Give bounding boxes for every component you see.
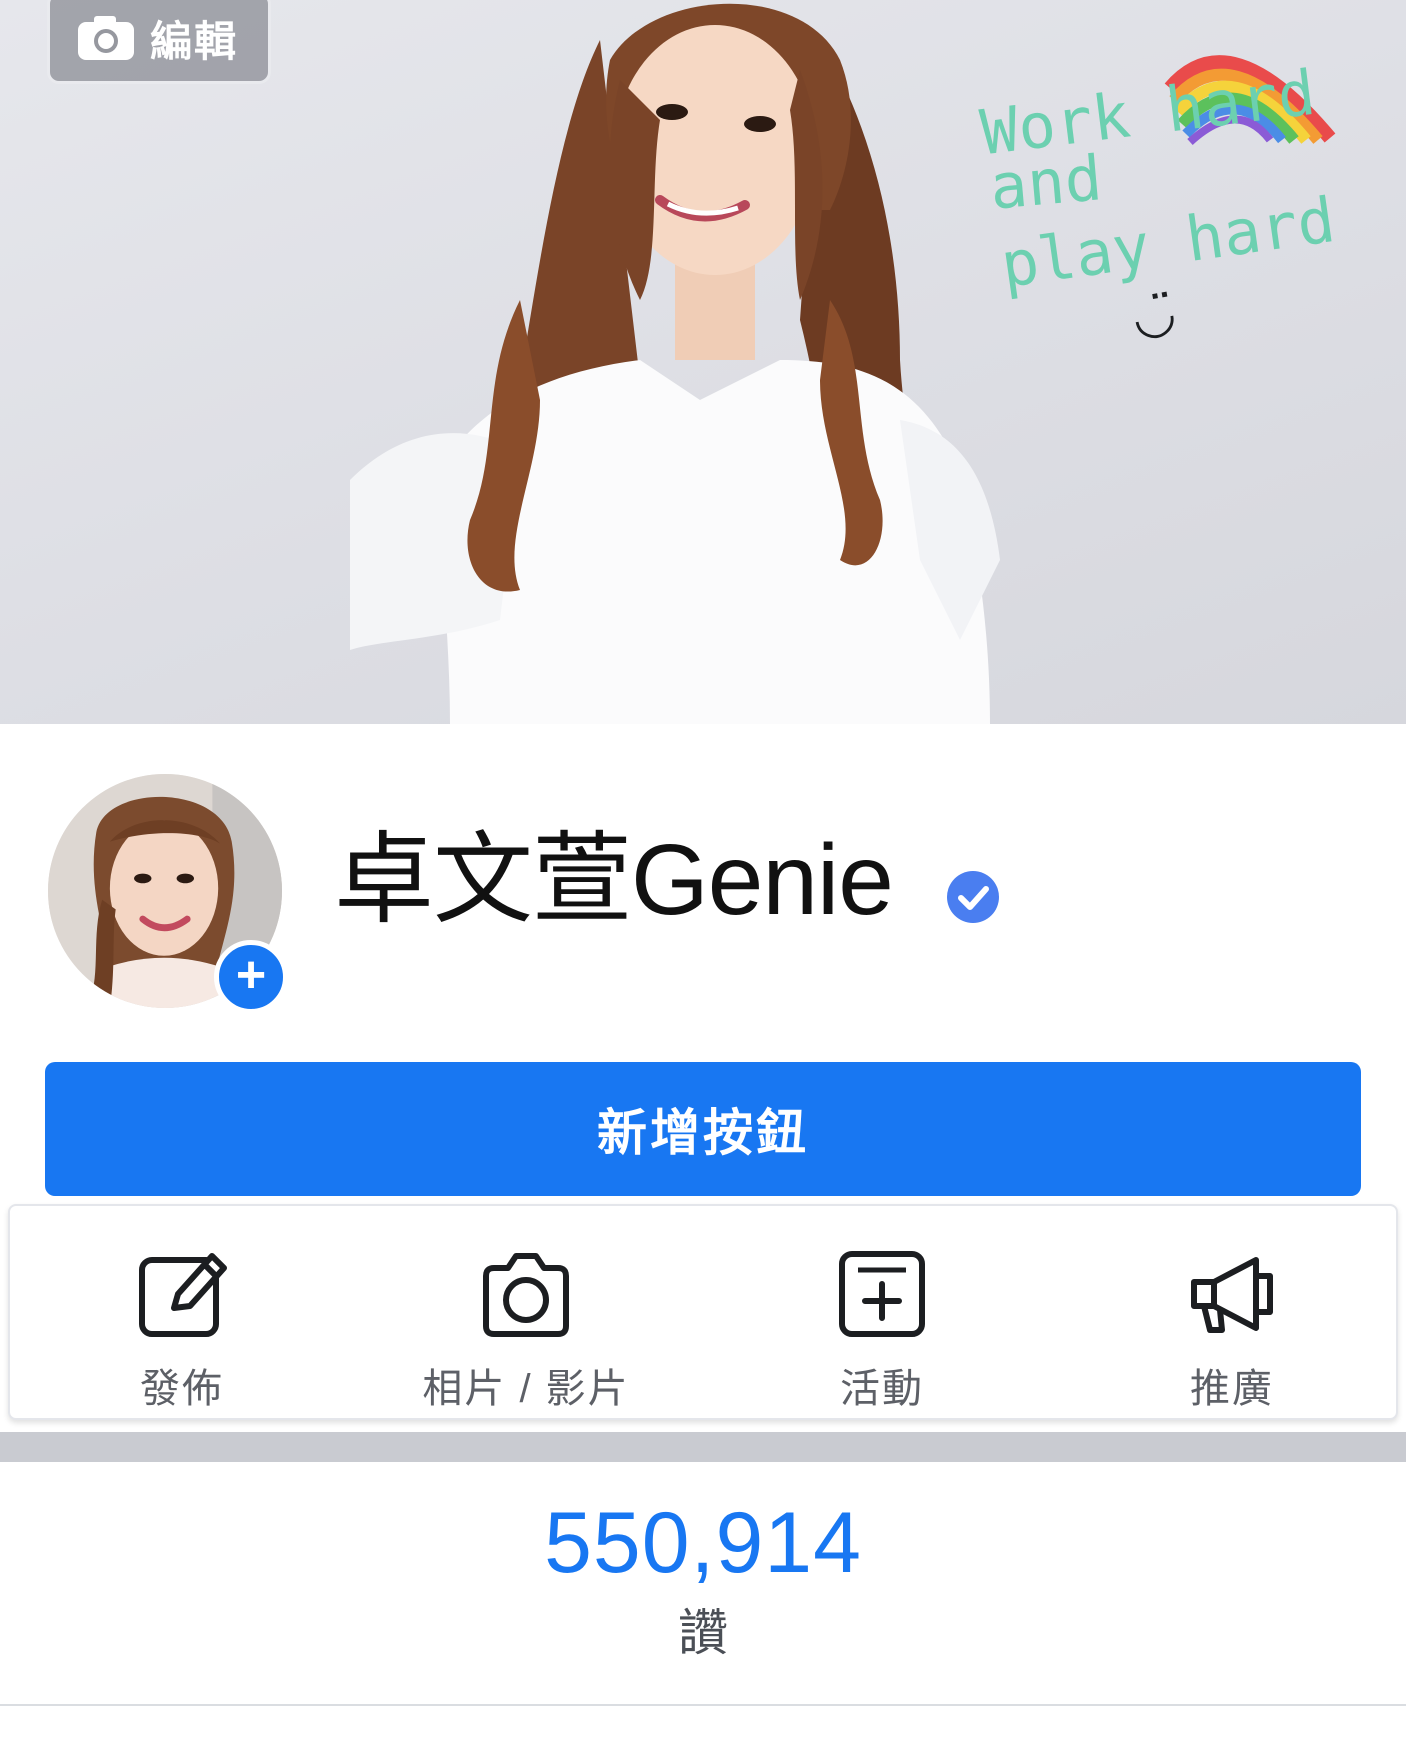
camera-icon [483,1253,569,1337]
likes-label: 讚 [678,1605,728,1661]
action-post[interactable]: 發佈 [32,1206,332,1422]
cover-photo[interactable]: Work hard and play hard ◡̈ 編輯 [0,0,1406,724]
page-actions-bar: 發佈 相片 / 影片 活動 推廣 [8,1204,1398,1420]
edit-cover-button[interactable]: 編輯 [47,0,271,84]
action-promote-label: 推廣 [1190,1367,1274,1411]
add-profile-photo-button[interactable]: + [214,940,288,1014]
action-photo-video-label: 相片 / 影片 [422,1367,630,1411]
edit-cover-label: 編輯 [150,17,239,65]
page-title: 卓文萱Genie [334,824,894,936]
action-event-label: 活動 [840,1367,924,1411]
bottom-divider [0,1704,1406,1706]
action-photo-video[interactable]: 相片 / 影片 [376,1206,676,1422]
camera-icon [78,16,134,60]
plus-icon: + [235,946,267,1004]
action-event[interactable]: 活動 [732,1206,1032,1422]
verified-badge-icon [947,871,999,923]
likes-count[interactable]: 550,914 [0,1500,1406,1586]
megaphone-icon [1191,1257,1273,1333]
compose-icon [139,1253,227,1337]
cover-overlay-text-line-2: and [986,141,1105,224]
event-icon [839,1251,925,1337]
action-promote[interactable]: 推廣 [1082,1206,1382,1422]
section-divider [0,1432,1406,1462]
action-post-label: 發佈 [140,1367,224,1411]
add-button[interactable]: 新增按鈕 [45,1062,1361,1196]
